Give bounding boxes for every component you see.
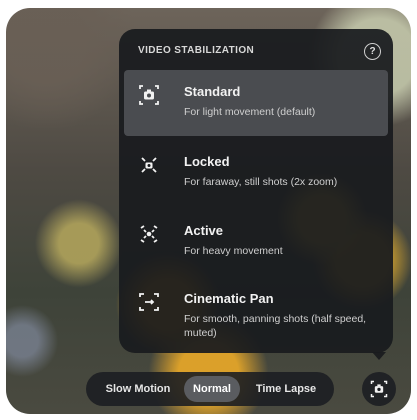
menu-pointer [372, 352, 386, 360]
menu-header: VIDEO STABILIZATION ? [138, 43, 381, 63]
help-circle-icon[interactable]: ? [364, 43, 381, 60]
standard-stabilization-icon [370, 380, 388, 398]
cinematic-pan-icon [139, 293, 159, 311]
option-label: Active [184, 223, 224, 238]
locked-stabilization-icon [141, 157, 157, 173]
option-active[interactable]: Active For heavy movement [124, 209, 388, 275]
menu-title: VIDEO STABILIZATION [138, 45, 255, 56]
option-locked[interactable]: Locked For faraway, still shots (2x zoom… [124, 140, 388, 206]
mode-time-lapse[interactable]: Time Lapse [244, 376, 328, 402]
option-description: For smooth, panning shots (half speed, m… [184, 313, 367, 339]
option-label: Cinematic Pan [184, 291, 274, 306]
video-stabilization-menu: VIDEO STABILIZATION ? Standard For light… [119, 29, 393, 353]
help-glyph: ? [369, 46, 376, 57]
option-standard[interactable]: Standard For light movement (default) [124, 70, 388, 136]
standard-stabilization-icon [139, 85, 159, 105]
option-label: Locked [184, 154, 230, 169]
camera-mode-selector: Slow Motion Normal Time Lapse [86, 372, 334, 406]
active-stabilization-icon [140, 225, 158, 243]
stabilization-button[interactable] [362, 372, 396, 406]
mode-normal[interactable]: Normal [184, 376, 240, 402]
option-description: For light movement (default) [184, 106, 316, 118]
option-description: For heavy movement [184, 245, 283, 257]
option-cinematic-pan[interactable]: Cinematic Pan For smooth, panning shots … [124, 277, 388, 343]
mode-slow-motion[interactable]: Slow Motion [94, 376, 182, 402]
option-description: For faraway, still shots (2x zoom) [184, 176, 338, 188]
option-label: Standard [184, 84, 241, 99]
